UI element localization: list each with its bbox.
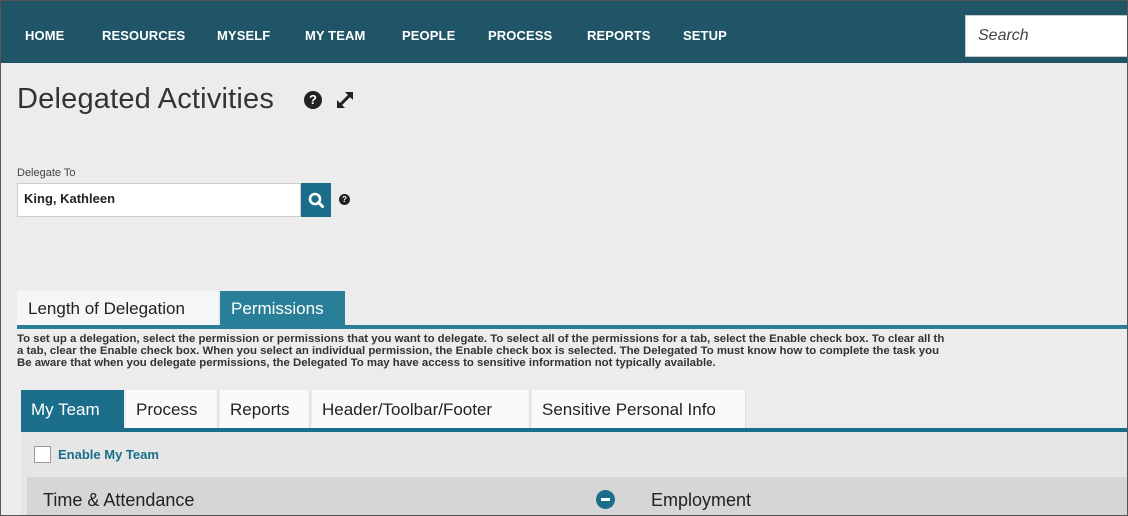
delegate-to-field[interactable] [17, 183, 301, 217]
help-icon[interactable]: ? [304, 91, 322, 109]
subtab-sensitive-personal-info[interactable]: Sensitive Personal Info [532, 390, 746, 428]
subtab-my-team[interactable]: My Team [21, 390, 124, 428]
delegate-to-label: Delegate To [17, 167, 76, 179]
nav-reports[interactable]: REPORTS [587, 1, 651, 63]
instructions-text: To set up a delegation, select the permi… [17, 333, 1127, 369]
top-nav: HOME RESOURCES MYSELF MY TEAM PEOPLE PRO… [1, 1, 1127, 63]
page-title: Delegated Activities [17, 83, 275, 115]
section-time-attendance[interactable]: Time & Attendance [43, 490, 194, 511]
delegate-search-button[interactable] [301, 183, 331, 217]
delegate-help-icon[interactable]: ? [339, 194, 350, 205]
nav-my-team[interactable]: MY TEAM [305, 1, 365, 63]
subtab-reports[interactable]: Reports [220, 390, 310, 428]
expand-icon[interactable] [334, 89, 356, 111]
nav-people[interactable]: PEOPLE [402, 1, 455, 63]
instructions-line: a tab, clear the Enable check box. When … [17, 345, 940, 357]
global-search[interactable] [965, 15, 1127, 57]
subtab-process[interactable]: Process [126, 390, 218, 428]
instructions-line: Be aware that when you delegate permissi… [17, 357, 716, 369]
search-icon [308, 192, 324, 208]
main-tab-underline [17, 325, 1127, 329]
section-employment[interactable]: Employment [651, 490, 751, 511]
subtab-header-toolbar-footer[interactable]: Header/Toolbar/Footer [312, 390, 530, 428]
nav-myself[interactable]: MYSELF [217, 1, 270, 63]
tab-length-of-delegation[interactable]: Length of Delegation [17, 291, 218, 325]
global-search-input[interactable] [966, 16, 1127, 56]
app-frame: HOME RESOURCES MYSELF MY TEAM PEOPLE PRO… [0, 0, 1128, 516]
collapse-icon[interactable] [596, 490, 615, 509]
nav-home[interactable]: HOME [25, 1, 64, 63]
tab-permissions[interactable]: Permissions [220, 291, 345, 325]
delegate-to-input[interactable] [18, 184, 300, 212]
instructions-line: To set up a delegation, select the permi… [17, 333, 945, 345]
nav-process[interactable]: PROCESS [488, 1, 552, 63]
nav-resources[interactable]: RESOURCES [102, 1, 185, 63]
enable-my-team-checkbox[interactable] [34, 446, 51, 463]
enable-my-team-label[interactable]: Enable My Team [58, 447, 159, 462]
nav-setup[interactable]: SETUP [683, 1, 727, 63]
